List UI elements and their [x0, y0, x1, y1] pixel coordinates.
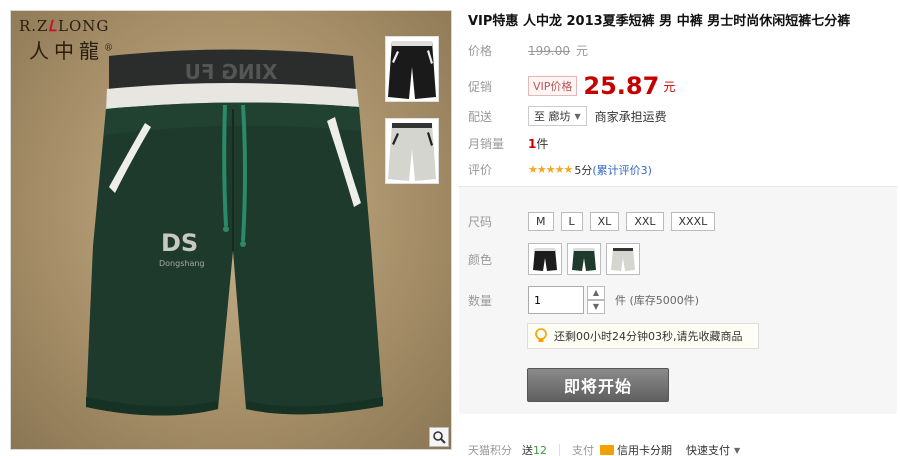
- thumbnail-black[interactable]: [385, 36, 439, 102]
- lightbulb-icon: [535, 328, 547, 342]
- rating-link[interactable]: (累计评价3): [592, 162, 652, 178]
- promo-price: 25.87: [583, 72, 660, 100]
- promo-label: 促销: [468, 79, 493, 94]
- location-select[interactable]: 至 廊坊 ▼: [528, 106, 587, 126]
- thumbnail-grey[interactable]: [385, 118, 439, 184]
- sales-unit: 件: [536, 137, 549, 151]
- sales-label: 月销量: [468, 137, 505, 151]
- chevron-down-icon[interactable]: ▼: [734, 446, 740, 455]
- product-page: R.ZᏞLONG 人中龍® XING FU DS Dongshang VIP特惠…: [0, 0, 900, 456]
- rating-row: 评价 ★★★★★ 5分 (累计评价3): [468, 161, 652, 178]
- quantity-stepper: ▲ ▼: [587, 286, 605, 314]
- quantity-row: 数量 ▲ ▼ 件 (库存5000件): [468, 286, 699, 314]
- shipping-label: 配送: [468, 109, 493, 124]
- credit-card-icon: [600, 445, 614, 455]
- shipping-note: 商家承担运费: [594, 109, 667, 124]
- quantity-increase-button[interactable]: ▲: [587, 286, 605, 300]
- quantity-decrease-button[interactable]: ▼: [587, 300, 605, 314]
- points-value: 12: [533, 443, 547, 456]
- size-row: 尺码 M L XL XXL XXXL: [468, 212, 722, 231]
- price-currency: 元: [576, 44, 589, 58]
- price-label: 价格: [468, 44, 493, 58]
- points-prefix: 送: [522, 444, 533, 456]
- payment-label: 支付: [572, 444, 594, 456]
- color-row: 颜色: [468, 243, 645, 275]
- color-option-black[interactable]: [528, 243, 562, 275]
- color-option-green[interactable]: [567, 243, 601, 275]
- coming-soon-button[interactable]: 即将开始: [527, 368, 669, 402]
- tip-text: 还剩00小时24分钟03秒,请先收藏商品: [554, 330, 743, 343]
- promo-row: 促销 VIP价格 25.87 元: [468, 72, 675, 100]
- size-option-l[interactable]: L: [560, 212, 583, 231]
- svg-text:Dongshang: Dongshang: [159, 259, 205, 268]
- svg-text:XING FU: XING FU: [185, 60, 278, 84]
- product-title: VIP特惠 人中龙 2013夏季短裤 男 中裤 男士时尚休闲短裤七分裤: [468, 14, 851, 29]
- rating-label: 评价: [468, 163, 493, 177]
- promo-currency: 元: [663, 79, 676, 94]
- price-row: 价格 199.00 元: [468, 42, 588, 59]
- size-label: 尺码: [468, 215, 493, 229]
- thumbnail-image: [388, 41, 436, 99]
- chevron-down-icon: ▼: [574, 111, 581, 121]
- credit-installment-link[interactable]: 信用卡分期: [617, 442, 672, 456]
- vip-badge: VIP价格: [528, 76, 578, 96]
- quantity-label: 数量: [468, 293, 493, 308]
- countdown-tip: 还剩00小时24分钟03秒,请先收藏商品: [527, 323, 759, 349]
- thumbnail-image: [388, 123, 436, 181]
- svg-text:DS: DS: [161, 229, 198, 257]
- rating-stars: ★★★★★: [528, 163, 573, 176]
- sales-row: 月销量 1 件: [468, 135, 548, 152]
- sales-count: 1: [528, 136, 537, 151]
- zoom-button[interactable]: [429, 427, 449, 447]
- points-label: 天猫积分: [468, 444, 512, 456]
- size-option-xxl[interactable]: XXL: [626, 212, 664, 231]
- quantity-input[interactable]: [528, 286, 584, 314]
- original-price: 199.00: [528, 43, 570, 58]
- quick-pay-link[interactable]: 快速支付: [686, 442, 730, 456]
- footer-row: 天猫积分 送 12 支付 信用卡分期 快速支付 ▼: [468, 442, 898, 456]
- color-swatch-image: [611, 248, 635, 271]
- shipping-row: 配送 至 廊坊 ▼ 商家承担运费: [468, 106, 667, 126]
- divider: [559, 444, 560, 456]
- rating-score: 5分: [574, 163, 593, 177]
- color-label: 颜色: [468, 252, 493, 267]
- color-swatch-image: [572, 248, 596, 271]
- color-option-grey[interactable]: [606, 243, 640, 275]
- size-option-xl[interactable]: XL: [589, 212, 620, 231]
- color-swatch-image: [533, 248, 557, 271]
- size-option-m[interactable]: M: [528, 212, 554, 231]
- stock-info: 件 (库存5000件): [615, 294, 700, 307]
- magnifier-icon: [433, 431, 446, 444]
- size-option-xxxl[interactable]: XXXL: [670, 212, 716, 231]
